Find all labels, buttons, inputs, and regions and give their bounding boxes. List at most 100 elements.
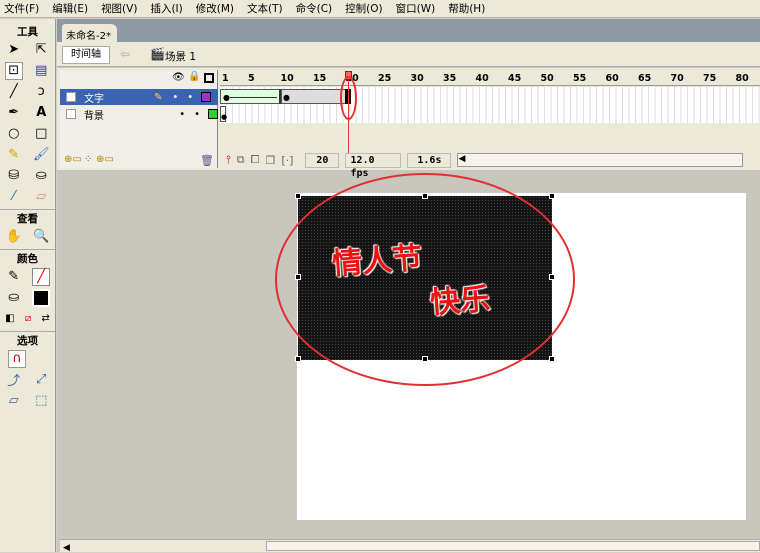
text-tool-icon[interactable]: A	[32, 104, 50, 122]
no-color-icon[interactable]: ⧄	[25, 313, 31, 324]
rectangle-tool-icon[interactable]: □	[32, 125, 50, 143]
tween-arrow	[230, 97, 277, 98]
pencil-tool-icon[interactable]: ✎	[5, 146, 23, 164]
ruler-label: 65	[638, 73, 652, 84]
background-keyframe[interactable]: ●	[220, 106, 227, 122]
layer-icon	[66, 109, 76, 119]
oval-tool-icon[interactable]: ○	[5, 125, 23, 143]
hand-tool-icon[interactable]: ✋	[5, 228, 23, 246]
eyedropper-tool-icon[interactable]: ⁄	[5, 188, 23, 206]
eraser-tool-icon[interactable]: ▱	[32, 188, 50, 206]
transform-handle[interactable]	[549, 193, 555, 199]
stage-hscroll[interactable]: ◀	[60, 539, 760, 553]
envelope-icon[interactable]: ⬚	[32, 392, 50, 410]
ruler-label: 15	[313, 73, 327, 84]
rotate-skew-icon[interactable]: ⤴	[5, 371, 23, 389]
lock-dot[interactable]: •	[187, 92, 193, 103]
ruler-label: 60	[605, 73, 619, 84]
ruler-label: 10	[280, 73, 294, 84]
visibility-dot[interactable]: •	[179, 109, 185, 120]
eye-icon[interactable]: 👁	[172, 72, 185, 83]
layer-list: 👁 🔒 文字 ✎ • • 背景 • • ⊕▭ ⁘ ⊕▭ 🗑	[60, 70, 218, 168]
timeline-status-bar: ⫯ ⧉ ⧠ ❐ [·] 20 12.0 fps 1.6s ◀	[220, 152, 760, 179]
center-frame-icon[interactable]: ⫯	[226, 153, 231, 167]
frame-ruler[interactable]: 1 5 10 15 20 25 30 35 40 45 50 55 60 65 70 75 80	[220, 70, 760, 86]
visibility-dot[interactable]: •	[172, 92, 178, 103]
paint-bucket-tool-icon[interactable]: ⛀	[32, 167, 50, 185]
trash-icon[interactable]: 🗑	[200, 154, 214, 167]
keyframe-dot: ●	[283, 93, 290, 102]
transform-handle[interactable]	[295, 193, 301, 199]
layer-name: 文字	[84, 93, 104, 105]
lock-dot[interactable]: •	[194, 109, 200, 120]
zoom-tool-icon[interactable]: 🔍	[32, 228, 50, 246]
back-arrow-icon[interactable]: ⇦	[120, 47, 130, 61]
distort-icon[interactable]: ▱	[5, 392, 23, 410]
menu-window[interactable]: 窗口(W)	[396, 1, 436, 16]
pen-tool-icon[interactable]: ✒	[5, 104, 23, 122]
pencil-icon: ✎	[154, 91, 163, 103]
layer-color-swatch	[208, 109, 218, 119]
document-tab[interactable]: 未命名-2*	[62, 24, 117, 42]
timeline-toggle-button[interactable]: 时间轴	[62, 46, 110, 64]
default-colors-icon[interactable]: ◧	[5, 313, 14, 324]
scene-icon: 🎬	[150, 47, 165, 61]
menu-text[interactable]: 文本(T)	[247, 1, 283, 16]
scroll-thumb[interactable]	[266, 541, 760, 551]
ruler-label: 70	[670, 73, 684, 84]
ruler-label: 75	[703, 73, 717, 84]
add-guide-layer-icon[interactable]: ⁘	[84, 154, 92, 165]
frame-grid[interactable]: ● ● ●	[220, 87, 760, 123]
fill-transform-tool-icon[interactable]: ▤	[32, 62, 50, 80]
highlight-circle-stage	[275, 173, 575, 386]
line-tool-icon[interactable]: ╱	[5, 83, 23, 101]
onion-outline-icon[interactable]: ⧠	[251, 153, 260, 167]
menu-insert[interactable]: 插入(I)	[150, 1, 182, 16]
fill-color-icon: ⛀	[8, 290, 20, 305]
stroke-color-swatch[interactable]: ╱	[32, 267, 51, 286]
fill-color-swatch[interactable]	[32, 288, 51, 307]
snap-magnet-icon[interactable]: ∩	[8, 349, 26, 368]
menu-edit[interactable]: 编辑(E)	[52, 1, 88, 16]
lock-icon[interactable]: 🔒	[188, 71, 200, 82]
ruler-label: 25	[378, 73, 392, 84]
stroke-color-icon: ✎	[8, 269, 20, 284]
options-title: 选项	[17, 335, 38, 347]
brush-tool-icon[interactable]: 🖌	[32, 146, 50, 164]
add-folder-icon[interactable]: ⊕▭	[96, 154, 114, 165]
free-transform-tool-icon[interactable]: ⊡	[4, 61, 23, 80]
highlight-circle-frame	[340, 76, 357, 120]
static-frames-span[interactable]: ●	[281, 89, 346, 104]
colors-title: 颜色	[17, 253, 38, 265]
ruler-label: 50	[540, 73, 554, 84]
menu-help[interactable]: 帮助(H)	[448, 1, 485, 16]
transform-handle[interactable]	[295, 356, 301, 362]
modify-onion-markers-icon[interactable]: [·]	[281, 154, 293, 167]
ruler-label: 55	[573, 73, 587, 84]
layer-icon	[66, 92, 76, 102]
edit-multiple-frames-icon[interactable]: ❐	[265, 154, 275, 167]
add-layer-icon[interactable]: ⊕▭	[64, 154, 82, 165]
timeline-hscroll[interactable]: ◀	[457, 153, 744, 167]
motion-tween-span[interactable]: ●	[220, 89, 281, 104]
lasso-tool-icon[interactable]: ↄ	[32, 83, 50, 101]
frame-rate-field[interactable]: 12.0 fps	[345, 152, 402, 179]
onion-skin-icon[interactable]: ⧉	[237, 153, 245, 167]
arrow-tool-icon[interactable]: ➤	[5, 41, 23, 59]
swap-colors-icon[interactable]: ⇄	[41, 313, 49, 324]
menu-commands[interactable]: 命令(C)	[296, 1, 333, 16]
menu-file[interactable]: 文件(F)	[4, 1, 39, 16]
transform-handle[interactable]	[549, 356, 555, 362]
scene-label[interactable]: 场景 1	[165, 49, 196, 64]
ink-bottle-tool-icon[interactable]: ⛁	[5, 167, 23, 185]
layer-color-swatch[interactable]	[201, 92, 212, 102]
layer-row-background[interactable]: 背景 • •	[60, 106, 218, 122]
scale-icon[interactable]: ⤢	[32, 371, 50, 389]
subselect-tool-icon[interactable]: ⇱	[32, 41, 50, 59]
tools-title: 工具	[17, 26, 38, 38]
outline-icon[interactable]	[204, 73, 214, 83]
menu-view[interactable]: 视图(V)	[101, 1, 137, 16]
menu-control[interactable]: 控制(O)	[345, 1, 382, 16]
menu-modify[interactable]: 修改(M)	[196, 1, 234, 16]
layer-row-text[interactable]: 文字 ✎ • •	[60, 89, 218, 105]
